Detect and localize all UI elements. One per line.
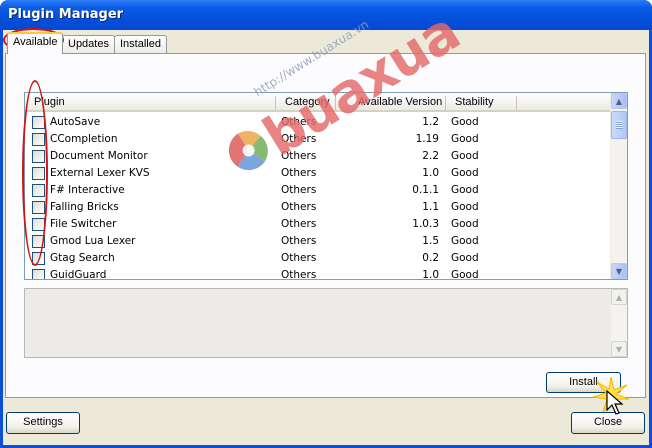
plugin-version: 1.1 bbox=[422, 201, 439, 213]
plugin-category: Others bbox=[281, 218, 317, 230]
plugin-manager-window: Plugin Manager Available Updates Install… bbox=[0, 0, 652, 448]
plugin-stability: Good bbox=[451, 218, 479, 230]
scroll-down-button[interactable]: ▼ bbox=[611, 341, 627, 357]
plugin-category: Others bbox=[281, 252, 317, 264]
plugin-stability: Good bbox=[451, 235, 479, 247]
plugin-row[interactable]: External Lexer KVS Others 1.0 Good bbox=[25, 165, 613, 182]
column-header-plugin[interactable]: Plugin bbox=[34, 96, 65, 108]
plugin-stability: Good bbox=[451, 269, 479, 280]
description-scrollbar[interactable]: ▲ ▼ bbox=[610, 289, 627, 357]
plugin-row[interactable]: File Switcher Others 1.0.3 Good bbox=[25, 216, 613, 233]
plugin-checkbox[interactable] bbox=[32, 252, 45, 265]
plugin-stability: Good bbox=[451, 252, 479, 264]
plugin-checkbox[interactable] bbox=[32, 150, 45, 163]
plugin-checkbox[interactable] bbox=[32, 201, 45, 214]
plugin-checkbox[interactable] bbox=[32, 235, 45, 248]
plugin-checkbox[interactable] bbox=[32, 269, 45, 279]
plugin-stability: Good bbox=[451, 184, 479, 196]
tab-updates[interactable]: Updates bbox=[62, 35, 115, 53]
plugin-category: Others bbox=[281, 184, 317, 196]
plugin-checkbox[interactable] bbox=[32, 133, 45, 146]
plugin-checkbox[interactable] bbox=[32, 218, 45, 231]
plugin-version: 1.19 bbox=[415, 133, 439, 145]
plugin-row[interactable]: Gtag Search Others 0.2 Good bbox=[25, 250, 613, 267]
plugin-name: GuidGuard bbox=[50, 269, 107, 280]
plugin-stability: Good bbox=[451, 133, 479, 145]
plugin-name: File Switcher bbox=[50, 218, 117, 230]
window-client-area: Available Updates Installed Plugin Categ… bbox=[3, 0, 649, 445]
plugin-version: 1.0 bbox=[422, 269, 439, 280]
plugin-rows: AutoSave Others 1.2 Good CCompletion Others 1.… bbox=[25, 114, 613, 280]
tab-installed-label: Installed bbox=[120, 38, 161, 50]
plugin-category: Others bbox=[281, 201, 317, 213]
title-bar[interactable]: Plugin Manager bbox=[0, 0, 652, 30]
plugin-category: Others bbox=[281, 133, 317, 145]
plugin-row[interactable]: Gmod Lua Lexer Others 1.5 Good bbox=[25, 233, 613, 250]
plugin-row[interactable]: Document Monitor Others 2.2 Good bbox=[25, 148, 613, 165]
scroll-up-button[interactable]: ▲ bbox=[611, 93, 627, 109]
plugin-name: External Lexer KVS bbox=[50, 167, 150, 179]
plugin-name: AutoSave bbox=[50, 116, 101, 128]
scroll-down-button[interactable]: ▼ bbox=[611, 263, 627, 279]
plugin-stability: Good bbox=[451, 150, 479, 162]
plugin-checkbox[interactable] bbox=[32, 184, 45, 197]
plugin-name: Gmod Lua Lexer bbox=[50, 235, 136, 247]
plugin-list[interactable]: Plugin Category Available Version Stabil… bbox=[24, 92, 628, 280]
column-divider[interactable] bbox=[516, 96, 517, 110]
plugin-name: F# Interactive bbox=[50, 184, 125, 196]
plugin-name: Falling Bricks bbox=[50, 201, 119, 213]
column-divider[interactable] bbox=[275, 96, 276, 110]
tab-installed[interactable]: Installed bbox=[114, 35, 167, 53]
plugin-stability: Good bbox=[451, 201, 479, 213]
plugin-stability: Good bbox=[451, 116, 479, 128]
settings-button[interactable]: Settings bbox=[6, 412, 80, 434]
scroll-thumb[interactable] bbox=[611, 111, 627, 139]
plugin-category: Others bbox=[281, 167, 317, 179]
plugin-version: 2.2 bbox=[422, 150, 439, 162]
plugin-version: 0.2 bbox=[422, 252, 439, 264]
column-divider[interactable] bbox=[335, 96, 336, 110]
plugin-row[interactable]: CCompletion Others 1.19 Good bbox=[25, 131, 613, 148]
plugin-stability: Good bbox=[451, 167, 479, 179]
plugin-row[interactable]: F# Interactive Others 0.1.1 Good bbox=[25, 182, 613, 199]
window-title: Plugin Manager bbox=[8, 7, 124, 22]
tab-updates-label: Updates bbox=[68, 38, 109, 50]
column-header-category[interactable]: Category bbox=[285, 96, 330, 108]
plugin-category: Others bbox=[281, 116, 317, 128]
plugin-row[interactable]: AutoSave Others 1.2 Good bbox=[25, 114, 613, 131]
tab-available[interactable]: Available bbox=[7, 32, 64, 54]
plugin-name: Gtag Search bbox=[50, 252, 115, 264]
plugin-list-scrollbar[interactable]: ▲ ▼ bbox=[610, 93, 627, 279]
available-tab-panel: Plugin Category Available Version Stabil… bbox=[5, 53, 646, 398]
plugin-version: 1.0.3 bbox=[412, 218, 439, 230]
plugin-version: 1.2 bbox=[422, 116, 439, 128]
mouse-cursor-icon bbox=[606, 390, 624, 415]
plugin-category: Others bbox=[281, 150, 317, 162]
plugin-version: 1.0 bbox=[422, 167, 439, 179]
plugin-category: Others bbox=[281, 269, 317, 280]
plugin-list-header: Plugin Category Available Version Stabil… bbox=[25, 93, 613, 112]
column-header-stability[interactable]: Stability bbox=[455, 96, 494, 108]
plugin-checkbox[interactable] bbox=[32, 167, 45, 180]
plugin-name: Document Monitor bbox=[50, 150, 148, 162]
plugin-version: 0.1.1 bbox=[412, 184, 439, 196]
plugin-name: CCompletion bbox=[50, 133, 118, 145]
plugin-row[interactable]: GuidGuard Others 1.0 Good bbox=[25, 267, 613, 280]
column-divider[interactable] bbox=[445, 96, 446, 110]
plugin-description-box[interactable]: ▲ ▼ bbox=[24, 288, 628, 358]
column-header-available-version[interactable]: Available Version bbox=[358, 96, 442, 108]
plugin-checkbox[interactable] bbox=[32, 116, 45, 129]
plugin-row[interactable]: Falling Bricks Others 1.1 Good bbox=[25, 199, 613, 216]
scroll-up-button[interactable]: ▲ bbox=[611, 289, 627, 305]
tab-available-label: Available bbox=[13, 36, 58, 48]
plugin-category: Others bbox=[281, 235, 317, 247]
plugin-version: 1.5 bbox=[422, 235, 439, 247]
